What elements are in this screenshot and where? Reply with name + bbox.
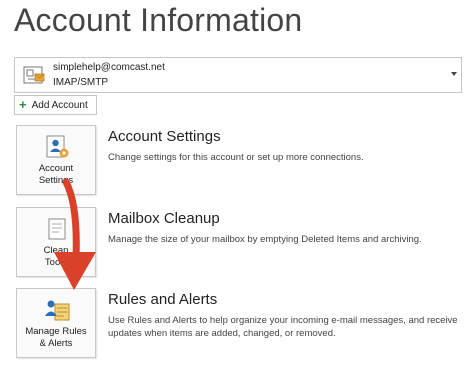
account-settings-tile-label: Account Settings — [38, 163, 74, 186]
page-title: Account Information — [14, 2, 303, 38]
rules-alerts-icon — [45, 300, 70, 321]
manage-rules-alerts-button[interactable]: Manage Rules & Alerts — [16, 288, 96, 358]
cleanup-tools-icon — [48, 218, 66, 240]
account-settings-button[interactable]: Account Settings — [16, 125, 96, 195]
add-account-label: Add Account — [31, 99, 88, 111]
manage-rules-tile-label: Manage Rules & Alerts — [25, 326, 87, 349]
account-settings-heading: Account Settings — [108, 128, 221, 145]
rules-alerts-heading: Rules and Alerts — [108, 291, 218, 308]
account-mail-icon — [23, 66, 45, 84]
mailbox-cleanup-description: Manage the size of your mailbox by empty… — [108, 234, 422, 245]
chevron-down-icon[interactable] — [451, 72, 457, 76]
cleanup-tools-tile-label: Clean Tools — [43, 245, 69, 268]
account-type: IMAP/SMTP — [53, 77, 109, 88]
account-settings-description: Change settings for this account or set … — [108, 152, 364, 163]
rules-alerts-description: Use Rules and Alerts to help organize yo… — [108, 315, 458, 339]
mailbox-cleanup-heading: Mailbox Cleanup — [108, 210, 220, 227]
account-email: simplehelp@comcast.net — [53, 62, 165, 73]
cleanup-tools-button[interactable]: Clean Tools — [16, 207, 96, 277]
add-account-button[interactable]: + Add Account — [14, 95, 97, 115]
account-selector[interactable]: simplehelp@comcast.net IMAP/SMTP — [14, 57, 462, 93]
plus-icon: + — [19, 97, 27, 112]
account-settings-icon — [46, 135, 69, 158]
